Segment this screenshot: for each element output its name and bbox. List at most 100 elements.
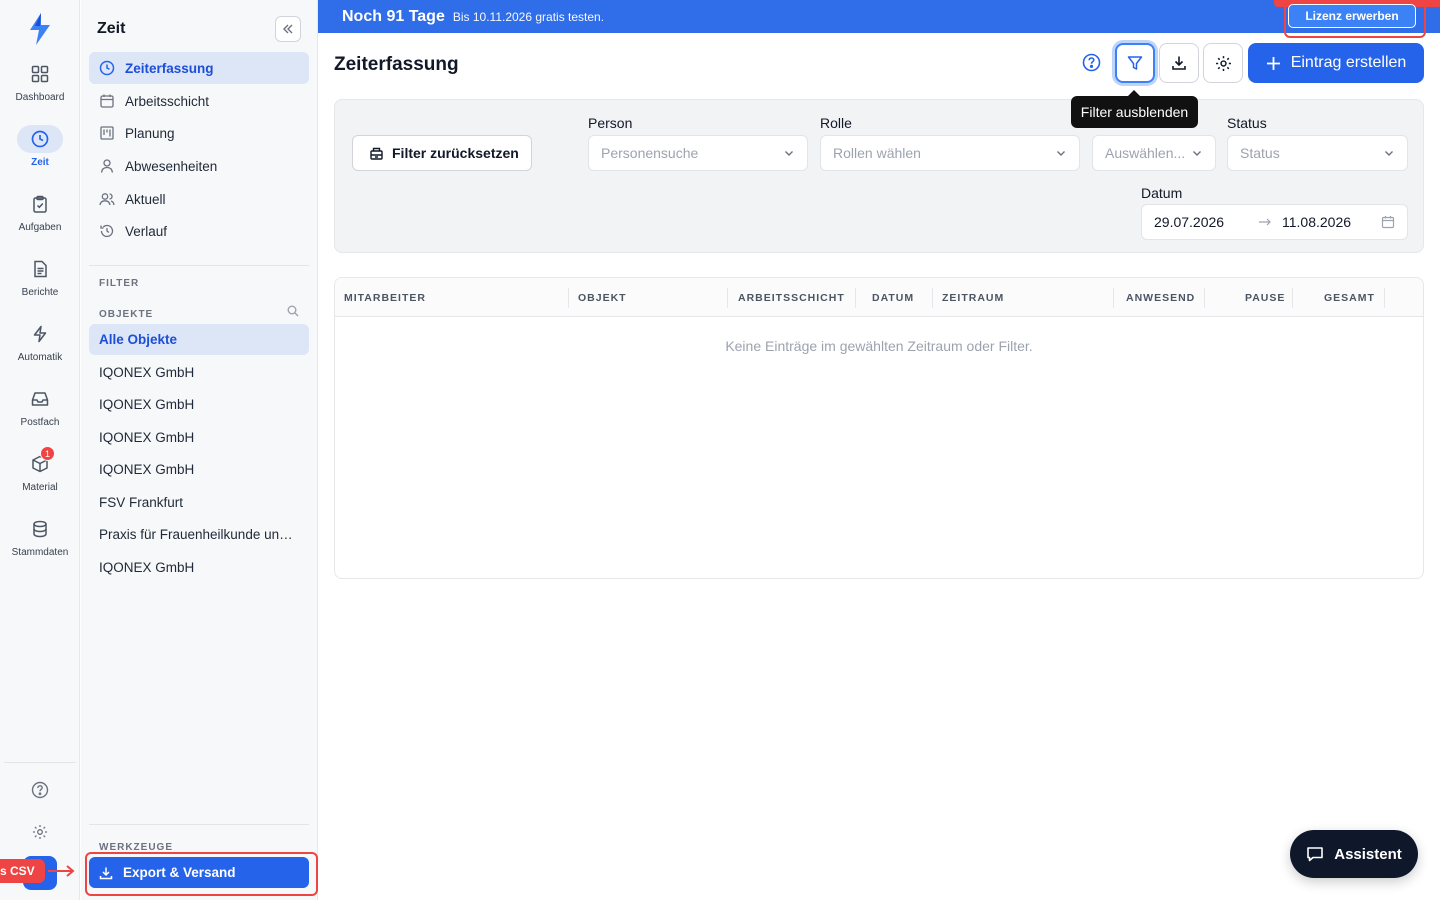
help-icon[interactable] bbox=[29, 779, 51, 801]
date-range-picker[interactable]: 29.07.2026 11.08.2026 bbox=[1141, 204, 1408, 240]
object-item[interactable]: IQONEX GmbH bbox=[89, 552, 309, 583]
sidebar-item-arbeitsschicht[interactable]: Arbeitsschicht bbox=[89, 85, 309, 117]
object-item[interactable]: IQONEX GmbH bbox=[89, 389, 309, 420]
gear-icon bbox=[1215, 55, 1231, 71]
column-header[interactable]: MITARBEITER bbox=[344, 278, 426, 317]
column-header[interactable]: GESAMT bbox=[1324, 278, 1375, 317]
extra-select[interactable]: Auswählen... bbox=[1092, 135, 1216, 171]
empty-state-message: Keine Einträge im gewählten Zeitraum ode… bbox=[725, 338, 1033, 354]
reset-filters-button[interactable]: Filter zurücksetzen bbox=[352, 135, 532, 171]
column-separator bbox=[1384, 288, 1385, 308]
clock-icon bbox=[99, 60, 115, 76]
rail-item-automatik[interactable]: Automatik bbox=[0, 320, 80, 376]
database-icon bbox=[17, 515, 63, 543]
rail-item-berichte[interactable]: Berichte bbox=[0, 255, 80, 311]
column-header[interactable]: ANWESEND bbox=[1126, 278, 1195, 317]
assistant-button[interactable]: Assistent bbox=[1290, 830, 1418, 878]
sidebar-item-label: Aktuell bbox=[125, 191, 166, 207]
kanban-icon bbox=[100, 126, 114, 140]
download-icon bbox=[1172, 56, 1186, 70]
download-button[interactable] bbox=[1159, 43, 1199, 83]
role-label: Rolle bbox=[820, 115, 852, 131]
sidebar-item-aktuell[interactable]: Aktuell bbox=[89, 183, 309, 215]
object-item[interactable]: FSV Frankfurt bbox=[89, 487, 309, 518]
lightning-icon bbox=[17, 320, 63, 348]
column-separator bbox=[1204, 288, 1205, 308]
filter-panel: Filter zurücksetzen Person Personensuche… bbox=[334, 99, 1424, 253]
column-header[interactable]: DATUM bbox=[872, 278, 914, 317]
assistant-label: Assistent bbox=[1334, 845, 1402, 863]
export-versand-button[interactable]: Export & Versand bbox=[89, 857, 309, 888]
user-icon bbox=[100, 159, 114, 173]
rail-item-aufgaben[interactable]: Aufgaben bbox=[0, 190, 80, 246]
object-label: IQONEX GmbH bbox=[99, 462, 195, 477]
toggle-filter-button[interactable] bbox=[1115, 43, 1155, 83]
object-label: Praxis für Frauenheilkunde und Geburtshi… bbox=[99, 527, 295, 542]
sidebar-item-label: Arbeitsschicht bbox=[125, 93, 210, 109]
trial-banner: Noch 91 Tage Bis 10.11.2026 gratis teste… bbox=[318, 0, 1440, 38]
rail-item-dashboard[interactable]: Dashboard bbox=[0, 60, 80, 116]
chevron-down-icon bbox=[785, 151, 793, 156]
filter-caption: FILTER bbox=[99, 278, 140, 289]
column-header[interactable]: OBJEKT bbox=[578, 278, 627, 317]
collapse-sidebar-button[interactable] bbox=[275, 16, 301, 42]
column-separator bbox=[568, 288, 569, 308]
sidebar-title: Zeit bbox=[97, 20, 126, 37]
create-entry-button[interactable]: Eintrag erstellen bbox=[1248, 43, 1424, 83]
document-icon bbox=[17, 255, 63, 283]
csv-annotation-tag: s CSV bbox=[0, 859, 45, 883]
objects-caption: OBJEKTE bbox=[99, 309, 154, 320]
person-select[interactable]: Personensuche bbox=[588, 135, 808, 171]
search-icon[interactable] bbox=[287, 305, 299, 317]
object-item[interactable]: IQONEX GmbH bbox=[89, 422, 309, 453]
object-item[interactable]: Praxis für Frauenheilkunde und Geburtshi… bbox=[89, 519, 309, 550]
entries-table: MITARBEITER OBJEKT ARBEITSSCHICHT DATUM … bbox=[334, 277, 1424, 579]
sidebar-item-verlauf[interactable]: Verlauf bbox=[89, 215, 309, 247]
rail-label: Automatik bbox=[17, 352, 63, 363]
sidebar-item-zeiterfassung[interactable]: Zeiterfassung bbox=[89, 52, 309, 84]
role-placeholder: Rollen wählen bbox=[833, 145, 921, 161]
clock-icon bbox=[17, 125, 63, 153]
settings-button[interactable] bbox=[1203, 43, 1243, 83]
column-header[interactable]: ARBEITSSCHICHT bbox=[738, 278, 845, 317]
date-to[interactable]: 11.08.2026 bbox=[1282, 214, 1381, 230]
arrow-right-icon bbox=[1258, 217, 1282, 227]
rail-item-postfach[interactable]: Postfach bbox=[0, 385, 80, 441]
license-button[interactable]: Lizenz erwerben bbox=[1288, 4, 1416, 28]
plus-icon bbox=[1266, 56, 1280, 70]
column-separator bbox=[1113, 288, 1114, 308]
rail-item-zeit[interactable]: Zeit bbox=[0, 125, 80, 181]
app-logo-icon[interactable] bbox=[27, 12, 53, 46]
sidebar-item-planung[interactable]: Planung bbox=[89, 117, 309, 149]
column-header[interactable]: PAUSE bbox=[1245, 278, 1285, 317]
chevron-down-icon bbox=[1193, 151, 1201, 156]
status-label: Status bbox=[1227, 115, 1267, 131]
date-from[interactable]: 29.07.2026 bbox=[1154, 214, 1258, 230]
rail-label: Stammdaten bbox=[11, 547, 69, 558]
object-item[interactable]: IQONEX GmbH bbox=[89, 357, 309, 388]
settings-gear-icon[interactable] bbox=[29, 821, 51, 843]
sidebar-divider bbox=[89, 824, 309, 825]
object-label: IQONEX GmbH bbox=[99, 560, 195, 575]
role-select[interactable]: Rollen wählen bbox=[820, 135, 1080, 171]
rail-label: Zeit bbox=[31, 157, 49, 168]
page-title: Zeiterfassung bbox=[334, 54, 459, 75]
trial-title: Noch 91 Tage bbox=[342, 7, 445, 25]
column-header[interactable]: ZEITRAUM bbox=[942, 278, 1004, 317]
rail-item-stammdaten[interactable]: Stammdaten bbox=[0, 515, 80, 571]
help-icon[interactable] bbox=[1081, 52, 1102, 73]
calendar-icon bbox=[100, 94, 114, 108]
trial-subtitle: Bis 10.11.2026 gratis testen. bbox=[452, 9, 605, 24]
secondary-sidebar: Zeit Zeiterfassung Arbeitsschicht Planun… bbox=[81, 0, 318, 900]
export-label: Export & Versand bbox=[123, 865, 236, 880]
users-icon bbox=[99, 193, 115, 206]
object-item-all[interactable]: Alle Objekte bbox=[89, 324, 309, 355]
object-item[interactable]: IQONEX GmbH bbox=[89, 454, 309, 485]
date-label: Datum bbox=[1141, 185, 1183, 201]
column-separator bbox=[1292, 288, 1293, 308]
rail-item-material[interactable]: 1 Material bbox=[0, 446, 80, 506]
object-label: IQONEX GmbH bbox=[99, 397, 195, 412]
column-separator bbox=[727, 288, 728, 308]
sidebar-item-abwesenheiten[interactable]: Abwesenheiten bbox=[89, 150, 309, 182]
status-select[interactable]: Status bbox=[1227, 135, 1408, 171]
